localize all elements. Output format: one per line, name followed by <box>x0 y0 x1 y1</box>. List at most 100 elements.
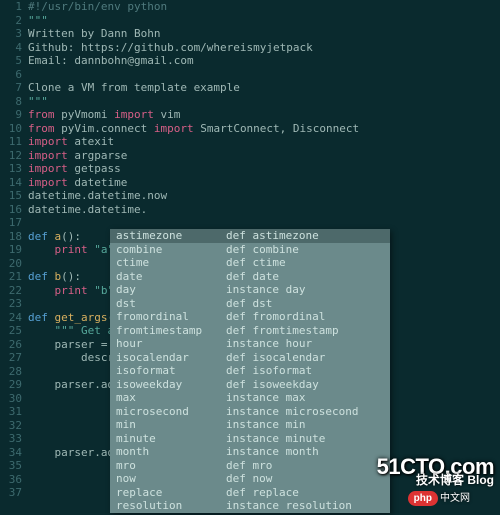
completion-item[interactable]: astimezonedef astimezone <box>110 229 390 243</box>
completion-word: fromordinal <box>116 310 226 324</box>
line-number: 30 <box>0 392 22 406</box>
line-number: 11 <box>0 135 22 149</box>
completion-word: astimezone <box>116 229 226 243</box>
code-line[interactable]: import argparse <box>28 149 500 163</box>
line-number: 16 <box>0 203 22 217</box>
completion-word: dst <box>116 297 226 311</box>
completion-item[interactable]: monthinstance month <box>110 445 390 459</box>
line-number: 36 <box>0 473 22 487</box>
line-number: 5 <box>0 54 22 68</box>
line-number: 17 <box>0 216 22 230</box>
code-line[interactable]: Email: dannbohn@gmail.com <box>28 54 500 68</box>
line-number: 25 <box>0 324 22 338</box>
completion-item[interactable]: replacedef replace <box>110 486 390 500</box>
line-number: 32 <box>0 419 22 433</box>
line-number: 26 <box>0 338 22 352</box>
completion-kind: instance minute <box>226 432 384 446</box>
completion-kind: instance min <box>226 418 384 432</box>
completion-word: hour <box>116 337 226 351</box>
line-number: 19 <box>0 243 22 257</box>
line-number: 34 <box>0 446 22 460</box>
completion-item[interactable]: mrodef mro <box>110 459 390 473</box>
line-number: 7 <box>0 81 22 95</box>
completion-word: isocalendar <box>116 351 226 365</box>
completion-item[interactable]: nowdef now <box>110 472 390 486</box>
completion-word: resolution <box>116 499 226 513</box>
code-line[interactable]: import atexit <box>28 135 500 149</box>
code-editor[interactable]: 1234567891011121314151617181920212223242… <box>0 0 500 515</box>
completion-kind: def isoweekday <box>226 378 384 392</box>
completion-kind: def astimezone <box>226 229 384 243</box>
completion-word: date <box>116 270 226 284</box>
completion-item[interactable]: isoformatdef isoformat <box>110 364 390 378</box>
completion-item[interactable]: minuteinstance minute <box>110 432 390 446</box>
code-line[interactable]: #!/usr/bin/env python <box>28 0 500 14</box>
line-number: 29 <box>0 378 22 392</box>
code-line[interactable]: Written by Dann Bohn <box>28 27 500 41</box>
completion-word: isoweekday <box>116 378 226 392</box>
completion-item[interactable]: dstdef dst <box>110 297 390 311</box>
completion-item[interactable]: hourinstance hour <box>110 337 390 351</box>
completion-word: month <box>116 445 226 459</box>
line-number-gutter: 1234567891011121314151617181920212223242… <box>0 0 28 515</box>
completion-kind: instance resolution <box>226 499 384 513</box>
line-number: 20 <box>0 257 22 271</box>
completion-item[interactable]: resolutioninstance resolution <box>110 499 390 513</box>
line-number: 4 <box>0 41 22 55</box>
completion-popup[interactable]: astimezonedef astimezonecombinedef combi… <box>110 229 390 513</box>
code-line[interactable] <box>28 216 500 230</box>
completion-kind: def isoformat <box>226 364 384 378</box>
completion-word: combine <box>116 243 226 257</box>
completion-word: ctime <box>116 256 226 270</box>
completion-word: mro <box>116 459 226 473</box>
completion-item[interactable]: isocalendardef isocalendar <box>110 351 390 365</box>
line-number: 18 <box>0 230 22 244</box>
line-number: 24 <box>0 311 22 325</box>
line-number: 22 <box>0 284 22 298</box>
completion-word: replace <box>116 486 226 500</box>
completion-kind: instance max <box>226 391 384 405</box>
completion-item[interactable]: maxinstance max <box>110 391 390 405</box>
line-number: 35 <box>0 459 22 473</box>
completion-kind: instance microsecond <box>226 405 384 419</box>
completion-item[interactable]: datedef date <box>110 270 390 284</box>
completion-word: day <box>116 283 226 297</box>
code-line[interactable]: """ <box>28 95 500 109</box>
line-number: 21 <box>0 270 22 284</box>
line-number: 8 <box>0 95 22 109</box>
completion-item[interactable]: fromordinaldef fromordinal <box>110 310 390 324</box>
code-line[interactable] <box>28 68 500 82</box>
completion-kind: def mro <box>226 459 384 473</box>
completion-word: min <box>116 418 226 432</box>
code-line[interactable]: Clone a VM from template example <box>28 81 500 95</box>
completion-kind: instance month <box>226 445 384 459</box>
completion-kind: def isocalendar <box>226 351 384 365</box>
line-number: 28 <box>0 365 22 379</box>
completion-item[interactable]: isoweekdaydef isoweekday <box>110 378 390 392</box>
code-line[interactable]: Github: https://github.com/whereismyjetp… <box>28 41 500 55</box>
completion-item[interactable]: microsecondinstance microsecond <box>110 405 390 419</box>
code-line[interactable]: from pyVim.connect import SmartConnect, … <box>28 122 500 136</box>
line-number: 9 <box>0 108 22 122</box>
completion-item[interactable]: mininstance min <box>110 418 390 432</box>
line-number: 27 <box>0 351 22 365</box>
completion-word: max <box>116 391 226 405</box>
code-line[interactable]: datetime.datetime.now <box>28 189 500 203</box>
completion-item[interactable]: combinedef combine <box>110 243 390 257</box>
completion-kind: def now <box>226 472 384 486</box>
completion-word: now <box>116 472 226 486</box>
completion-kind: def replace <box>226 486 384 500</box>
code-line[interactable]: import datetime <box>28 176 500 190</box>
code-line[interactable]: import getpass <box>28 162 500 176</box>
completion-item[interactable]: fromtimestampdef fromtimestamp <box>110 324 390 338</box>
completion-kind: def date <box>226 270 384 284</box>
completion-item[interactable]: ctimedef ctime <box>110 256 390 270</box>
code-line[interactable]: datetime.datetime. <box>28 203 500 217</box>
code-line[interactable]: from pyVmomi import vim <box>28 108 500 122</box>
completion-word: minute <box>116 432 226 446</box>
completion-item[interactable]: dayinstance day <box>110 283 390 297</box>
completion-kind: def ctime <box>226 256 384 270</box>
code-line[interactable]: """ <box>28 14 500 28</box>
completion-word: isoformat <box>116 364 226 378</box>
line-number: 33 <box>0 432 22 446</box>
